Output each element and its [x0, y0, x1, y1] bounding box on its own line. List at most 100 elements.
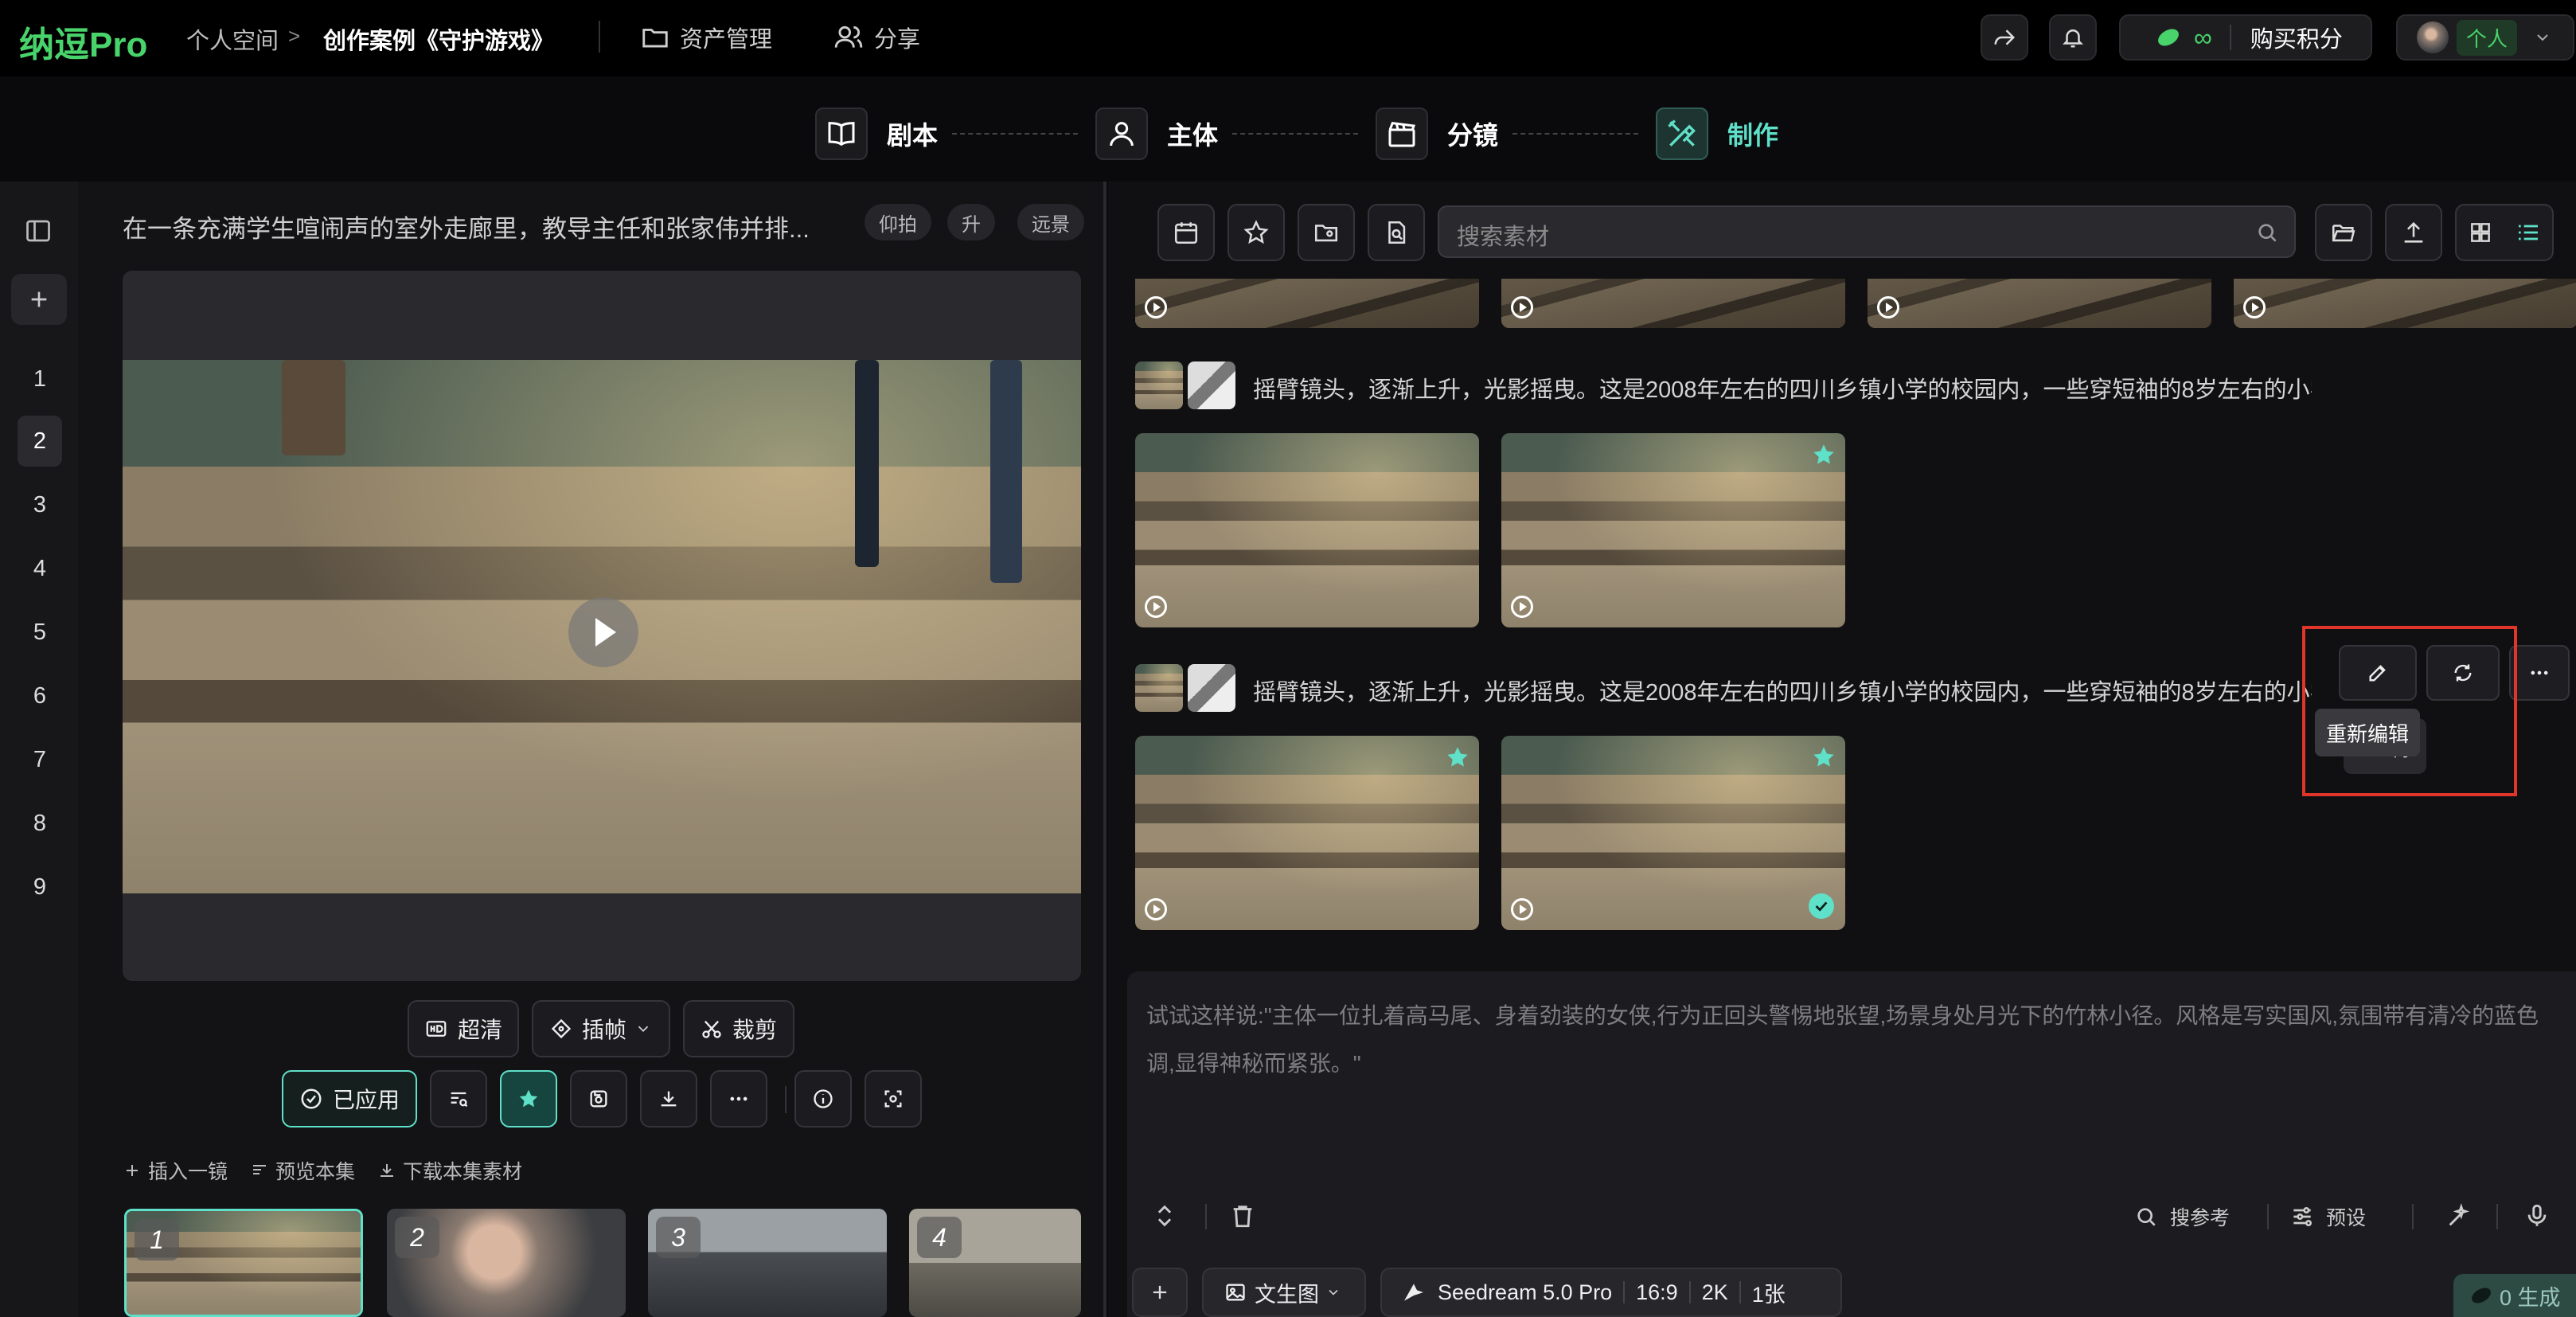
reference-thumb[interactable] — [1135, 664, 1183, 712]
shot-thumbnail[interactable]: 2 — [387, 1209, 626, 1317]
reference-thumb[interactable] — [1188, 664, 1235, 712]
grid-icon[interactable] — [2468, 220, 2493, 245]
interpolate-dropdown[interactable]: 插帧 — [532, 1000, 670, 1057]
sidebar-toggle-icon[interactable] — [24, 217, 53, 245]
app-logo[interactable]: 纳逗Pro — [19, 16, 147, 67]
focus-button[interactable] — [865, 1070, 922, 1127]
play-button[interactable] — [568, 597, 638, 667]
step-production[interactable]: 制作 — [1656, 107, 1778, 160]
chevron-down-icon — [1325, 1284, 1341, 1300]
list-search-button[interactable] — [430, 1070, 487, 1127]
calendar-button[interactable] — [1157, 204, 1215, 261]
view-toggle[interactable] — [2455, 204, 2554, 261]
trash-icon[interactable] — [1229, 1202, 1256, 1229]
prompt-composer[interactable]: 试试这样说:"主体一位扎着高马尾、身着劲装的女侠,行为正回头警惕地张望,场景身处… — [1127, 971, 2576, 1317]
breadcrumb-project[interactable]: 创作案例《守护游戏》 — [323, 22, 554, 56]
avatar — [2417, 21, 2449, 53]
download-episode-link[interactable]: 下载本集素材 — [377, 1156, 522, 1185]
account-button[interactable]: 个人 — [2396, 14, 2574, 61]
preview-episode-link[interactable]: 预览本集 — [250, 1156, 355, 1185]
divider — [1205, 1204, 1207, 1229]
scene-number[interactable]: 1 — [18, 354, 62, 404]
scene-number-selected[interactable]: 2 — [18, 416, 62, 467]
scene-number[interactable]: 9 — [18, 862, 62, 913]
scene-number[interactable]: 7 — [18, 734, 62, 785]
open-folder-button[interactable] — [2315, 204, 2372, 261]
scene-number[interactable]: 5 — [18, 607, 62, 658]
expand-icon[interactable] — [1151, 1202, 1178, 1229]
notification-button[interactable] — [2049, 14, 2097, 61]
microphone-icon[interactable] — [2523, 1202, 2551, 1229]
share-nav[interactable]: 分享 — [833, 21, 920, 54]
search-input[interactable]: 搜索素材 — [1438, 205, 2296, 258]
favorite-star-icon[interactable] — [1810, 744, 1837, 771]
more-actions-button[interactable] — [2509, 645, 2570, 701]
step-subject[interactable]: 主体 — [1095, 107, 1218, 160]
favorites-filter-button[interactable] — [1228, 204, 1285, 261]
info-button[interactable] — [794, 1070, 852, 1127]
ratio-label: 16:9 — [1636, 1280, 1678, 1304]
clapper-icon — [1376, 107, 1428, 160]
asset-thumbnail — [1501, 736, 1845, 930]
save-asset-button[interactable] — [570, 1070, 627, 1127]
ref-image — [1188, 664, 1235, 712]
step-script[interactable]: 剧本 — [815, 107, 938, 160]
scene-number[interactable]: 3 — [18, 479, 62, 530]
scene-number[interactable]: 6 — [18, 670, 62, 721]
list-view-icon[interactable] — [2516, 220, 2541, 245]
favorite-star-icon[interactable] — [1810, 441, 1837, 468]
play-icon — [1145, 596, 1167, 618]
preset-button[interactable]: 预设 — [2289, 1202, 2366, 1231]
model-settings[interactable]: Seedream 5.0 Pro 16:9 2K 1张 — [1380, 1268, 1842, 1317]
hd-button[interactable]: 超清 — [408, 1000, 519, 1057]
asset-image[interactable] — [1501, 433, 1845, 627]
scene-number[interactable]: 8 — [18, 798, 62, 849]
generate-label: 0 生成 — [2500, 1285, 2561, 1310]
video-player[interactable] — [123, 271, 1081, 981]
more-button[interactable] — [710, 1070, 767, 1127]
scene-number[interactable]: 4 — [18, 543, 62, 594]
asset-image[interactable] — [1501, 279, 1845, 328]
step-storyboard[interactable]: 分镜 — [1376, 107, 1498, 160]
prompt-input[interactable]: 试试这样说:"主体一位扎着高马尾、身着劲装的女侠,行为正回头警惕地张望,场景身处… — [1146, 992, 2563, 1088]
plus-icon — [26, 287, 52, 312]
crop-button[interactable]: 裁剪 — [683, 1000, 794, 1057]
favorite-button[interactable] — [500, 1070, 557, 1127]
panel-divider[interactable] — [1103, 182, 1107, 1317]
magic-wand-icon[interactable] — [2445, 1202, 2473, 1229]
reference-thumb[interactable] — [1188, 361, 1235, 409]
add-scene-button[interactable] — [11, 274, 67, 325]
upload-button[interactable] — [2385, 204, 2442, 261]
assets-nav[interactable]: 资产管理 — [640, 21, 772, 54]
asset-thumbnail — [1501, 433, 1845, 627]
generate-button[interactable]: 0 生成 — [2453, 1274, 2576, 1317]
file-search-button[interactable] — [1368, 204, 1425, 261]
share-button[interactable] — [1981, 14, 2028, 61]
plus-icon — [123, 1161, 142, 1180]
buy-credits-label[interactable]: 购买积分 — [2250, 21, 2343, 54]
favorite-star-icon[interactable] — [1444, 744, 1471, 771]
asset-image[interactable] — [1135, 736, 1479, 930]
asset-image[interactable] — [1501, 736, 1845, 930]
breadcrumb-home[interactable]: 个人空间 — [186, 22, 279, 56]
asset-image[interactable] — [1135, 433, 1479, 627]
list-search-icon — [447, 1088, 470, 1110]
asset-image[interactable] — [1868, 279, 2211, 328]
folder-user-button[interactable] — [1298, 204, 1355, 261]
credits-panel[interactable]: ∞ 购买积分 — [2119, 14, 2372, 61]
figure — [855, 360, 879, 567]
shot-thumbnail[interactable]: 3 — [648, 1209, 887, 1317]
shot-thumbnail[interactable]: 1 — [124, 1209, 363, 1317]
download-button[interactable] — [640, 1070, 697, 1127]
mode-dropdown[interactable]: 文生图 — [1202, 1268, 1366, 1317]
reference-thumb[interactable] — [1135, 361, 1183, 409]
preview-panel: 在一条充满学生喧闹声的室外走廊里，教导主任和张家伟并排... 仰拍 升 远景 超… — [78, 182, 1105, 1317]
applied-button[interactable]: 已应用 — [282, 1070, 417, 1127]
insert-shot-link[interactable]: 插入一镜 — [123, 1156, 228, 1185]
asset-image[interactable] — [2234, 279, 2576, 328]
asset-image[interactable] — [1135, 279, 1479, 328]
shot-thumbnail[interactable]: 4 — [909, 1209, 1081, 1317]
add-attachment-button[interactable] — [1132, 1268, 1188, 1317]
search-reference-button[interactable]: 搜参考 — [2133, 1202, 2230, 1231]
share-label: 分享 — [874, 27, 921, 53]
